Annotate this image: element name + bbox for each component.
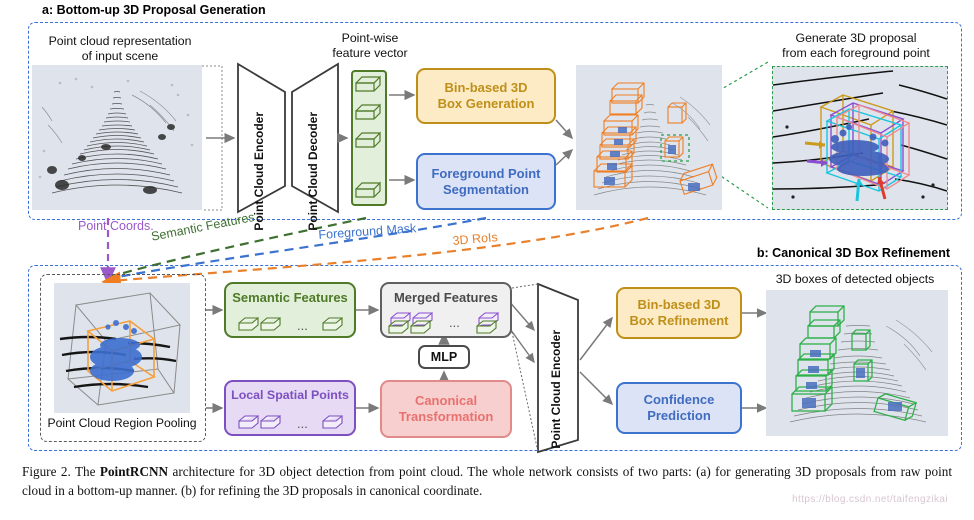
mlp-label: MLP xyxy=(430,350,458,364)
zoom-region-label: Generate 3D proposal from each foregroun… xyxy=(782,31,930,60)
encoder-label-a: Point Cloud Encoder xyxy=(252,112,266,231)
section-a-title: a: Bottom-up 3D Proposal Generation xyxy=(42,3,266,17)
caption-pre: Figure 2. The xyxy=(22,464,100,479)
input-scene-label: Point cloud representation of input scen… xyxy=(48,34,192,63)
bin-based-box-generation-box[interactable]: Bin-based 3D Box Generation xyxy=(416,68,556,124)
semantic-features-label: Semantic Features xyxy=(232,290,348,305)
connector-label-point-coords: Point Coords. xyxy=(78,219,154,233)
confidence-prediction-box[interactable]: Confidence Prediction xyxy=(616,382,742,434)
canonical-transformation-label: Canonical Transformation xyxy=(398,393,494,424)
connector-label-foreground-mask: Foreground Mask xyxy=(318,221,417,242)
region-pooling-label: Point Cloud Region Pooling xyxy=(47,416,197,430)
pointwise-feature-label: Point-wise feature vector xyxy=(332,31,408,60)
output-scene-label: 3D boxes of detected objects xyxy=(775,272,935,286)
watermark: https://blog.csdn.net/taifengzikai xyxy=(792,494,948,505)
foreground-point-segmentation-label: Foreground Point Segmentation xyxy=(431,165,541,197)
canonical-transformation-box[interactable]: Canonical Transformation xyxy=(380,380,512,438)
svg-text:...: ... xyxy=(297,416,308,431)
merged-features-label: Merged Features xyxy=(393,290,499,305)
zoomed-proposal-scene xyxy=(772,66,948,210)
local-spatial-points-label: Local Spatial Points xyxy=(231,388,349,402)
caption-bold: PointRCNN xyxy=(99,464,169,479)
mlp-node[interactable]: MLP xyxy=(418,345,470,369)
region-pooling-scene xyxy=(54,283,190,413)
pointwise-feature-vector xyxy=(351,70,387,206)
decoder-label-a: Point Cloud Decoder xyxy=(306,112,320,231)
bin-based-box-refinement-box[interactable]: Bin-based 3D Box Refinement xyxy=(616,287,742,339)
encoder-label-b: Point Cloud Encoder xyxy=(549,330,563,449)
connector-label-3d-rois: 3D RoIs xyxy=(452,230,499,248)
input-point-cloud-scene xyxy=(32,65,202,210)
semantic-features-box[interactable]: Semantic Features ... xyxy=(224,282,356,338)
figure-canvas: a: Bottom-up 3D Proposal Generation b: C… xyxy=(0,0,974,520)
merged-features-box[interactable]: Merged Features ... xyxy=(380,282,512,338)
detected-objects-scene xyxy=(766,290,948,436)
svg-text:...: ... xyxy=(297,318,308,333)
foreground-point-segmentation-box[interactable]: Foreground Point Segmentation xyxy=(416,153,556,210)
svg-text:...: ... xyxy=(449,315,460,330)
section-b-title: b: Canonical 3D Box Refinement xyxy=(756,246,950,260)
confidence-prediction-label: Confidence Prediction xyxy=(643,392,715,423)
local-spatial-points-box[interactable]: Local Spatial Points ... xyxy=(224,380,356,436)
bin-based-box-generation-label: Bin-based 3D Box Generation xyxy=(437,80,535,111)
proposal-scene xyxy=(576,65,722,210)
bin-based-box-refinement-label: Bin-based 3D Box Refinement xyxy=(629,297,729,328)
